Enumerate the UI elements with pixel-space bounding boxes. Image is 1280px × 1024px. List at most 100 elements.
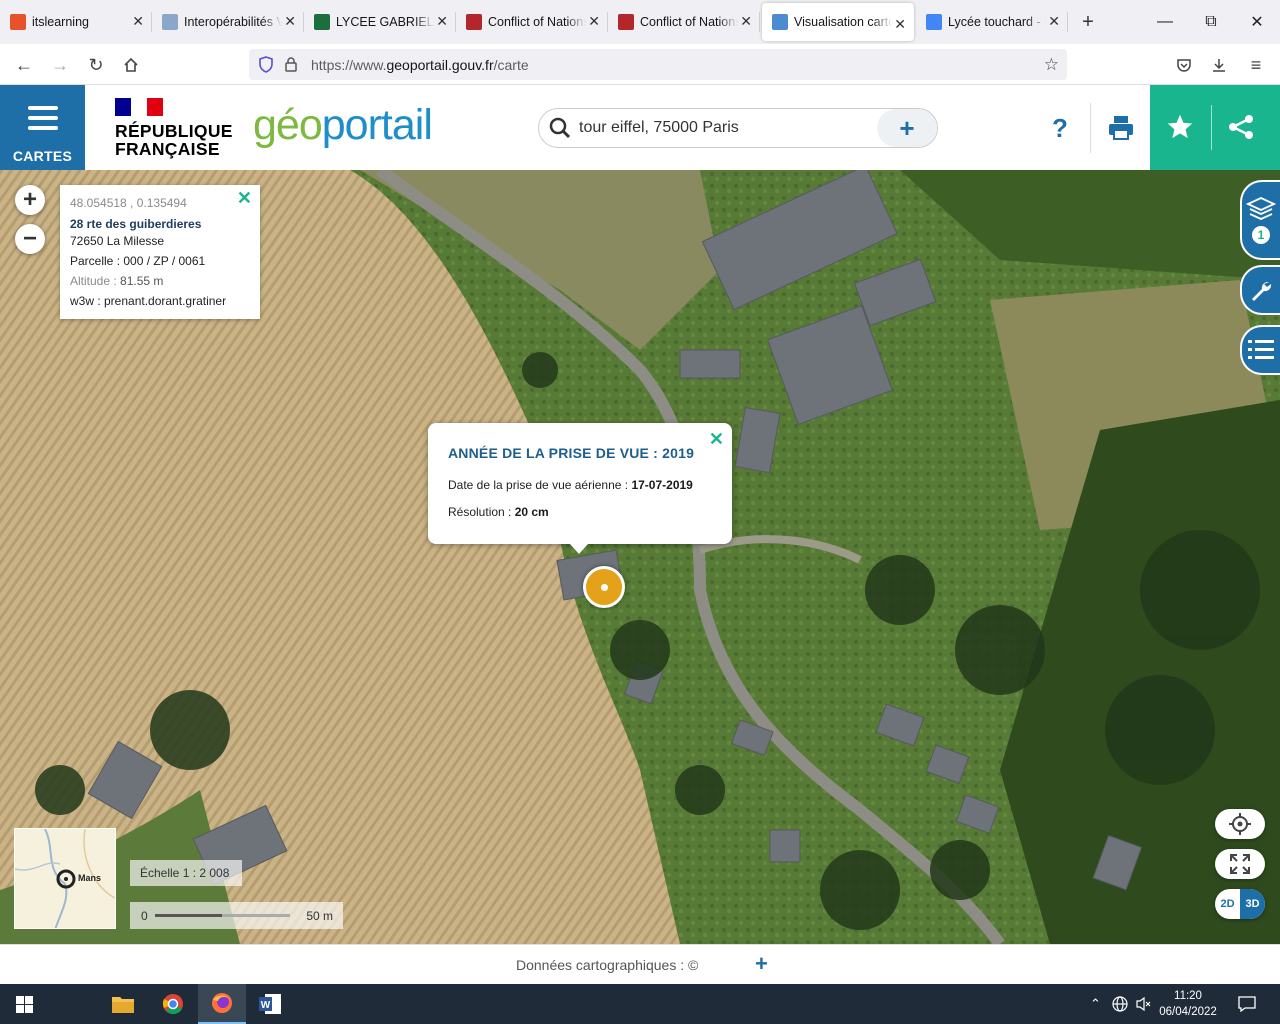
pocket-icon[interactable] bbox=[1171, 52, 1197, 78]
url-text[interactable]: https://www.geoportail.gouv.fr/carte bbox=[311, 57, 529, 73]
downloads-icon[interactable] bbox=[1206, 52, 1232, 78]
tab-close-icon[interactable]: ✕ bbox=[740, 13, 752, 30]
address-bar[interactable]: https://www.geoportail.gouv.fr/carte ☆ bbox=[249, 49, 1067, 80]
tab-title: Interopérabilités V bbox=[184, 15, 282, 29]
attribution-footer: Données cartographiques : © + bbox=[0, 944, 1280, 984]
close-window-icon[interactable]: ✕ bbox=[1234, 0, 1280, 44]
geoportail-icon bbox=[772, 14, 788, 30]
geolocate-button[interactable] bbox=[1215, 809, 1265, 839]
rf-line1: RÉPUBLIQUE bbox=[115, 121, 233, 141]
overview-minimap[interactable]: Mans bbox=[14, 828, 116, 929]
clock-time: 11:20 bbox=[1174, 990, 1202, 1002]
speaker-muted-icon[interactable] bbox=[1136, 996, 1152, 1015]
zoom-in-button[interactable]: + bbox=[15, 185, 45, 215]
altitude-text: Altitude : 81.55 m bbox=[70, 274, 164, 288]
maximize-icon[interactable]: ⧉ bbox=[1188, 0, 1234, 44]
forward-icon[interactable]: → bbox=[47, 52, 73, 78]
system-clock[interactable]: 11:20 06/04/2022 bbox=[1158, 988, 1218, 1020]
tab-close-icon[interactable]: ✕ bbox=[1048, 13, 1060, 30]
file-explorer-icon[interactable] bbox=[99, 984, 147, 1024]
photo-year-popup: ✕ ANNÉE DE LA PRISE DE VUE : 2019 Date d… bbox=[428, 423, 732, 554]
expand-icon bbox=[1230, 854, 1250, 874]
rf-line2: FRANÇAISE bbox=[115, 139, 220, 159]
browser-tab[interactable]: Interopérabilités V ✕ bbox=[152, 0, 304, 44]
coordinates-text: 48.054518 , 0.135494 bbox=[70, 196, 187, 210]
clock-date: 06/04/2022 bbox=[1159, 1006, 1217, 1018]
windows-taskbar: W ⌃ 11:20 06/04/2022 bbox=[0, 984, 1280, 1024]
site-header: CARTES RÉPUBLIQUE FRANÇAISE géoportail t… bbox=[0, 85, 1280, 170]
cartes-menu-button[interactable]: CARTES bbox=[0, 85, 85, 170]
word-icon[interactable]: W bbox=[246, 984, 294, 1024]
firefox-icon[interactable] bbox=[198, 984, 246, 1024]
conflict-icon bbox=[618, 14, 634, 30]
view-mode-toggle[interactable]: 2D 3D bbox=[1215, 889, 1265, 919]
print-icon[interactable] bbox=[1107, 113, 1135, 144]
browser-tab[interactable]: Conflict of Nations ✕ bbox=[456, 0, 608, 44]
marianne-flag-icon bbox=[115, 98, 163, 116]
window-controls: — ⧉ ✕ bbox=[1142, 0, 1280, 44]
fullscreen-button[interactable] bbox=[1215, 849, 1265, 879]
new-tab-button[interactable]: + bbox=[1068, 0, 1108, 44]
scale-bar: 0 50 m bbox=[130, 902, 343, 929]
windows-start-icon[interactable] bbox=[0, 984, 48, 1024]
address-city: 72650 La Milesse bbox=[70, 234, 165, 248]
reload-icon[interactable]: ↻ bbox=[83, 52, 109, 78]
network-globe-icon[interactable] bbox=[1112, 996, 1128, 1015]
cartes-label: CARTES bbox=[12, 148, 73, 164]
zoom-out-button[interactable]: − bbox=[15, 224, 45, 254]
help-button[interactable]: ? bbox=[1045, 113, 1075, 144]
search-advanced-plus-button[interactable]: + bbox=[877, 109, 937, 147]
minimap-city-label: Mans bbox=[78, 873, 102, 883]
share-icon[interactable] bbox=[1227, 114, 1255, 143]
browser-tab[interactable]: Visualisation carto ✕ bbox=[762, 3, 914, 41]
layers-count-badge: 1 bbox=[1252, 226, 1270, 244]
browser-tab[interactable]: itslearning ✕ bbox=[0, 0, 152, 44]
tools-tab[interactable] bbox=[1240, 265, 1280, 315]
chrome-icon[interactable] bbox=[149, 984, 197, 1024]
tab-close-icon[interactable]: ✕ bbox=[132, 13, 144, 30]
parcel-text: Parcelle : 000 / ZP / 0061 bbox=[70, 254, 206, 268]
hamburger-icon bbox=[27, 100, 58, 136]
tab-close-icon[interactable]: ✕ bbox=[894, 16, 906, 33]
lock-icon[interactable] bbox=[285, 57, 297, 75]
browser-tab[interactable]: Conflict of Nations ✕ bbox=[608, 0, 760, 44]
close-icon[interactable]: ✕ bbox=[237, 188, 252, 208]
conflict-icon bbox=[466, 14, 482, 30]
tab-title: Conflict of Nations bbox=[640, 15, 738, 29]
search-icon[interactable] bbox=[549, 117, 571, 142]
browser-tab[interactable]: LYCEE GABRIEL TOUCHARD✕ bbox=[304, 0, 456, 44]
tab-close-icon[interactable]: ✕ bbox=[588, 13, 600, 30]
tray-chevron-icon[interactable]: ⌃ bbox=[1090, 996, 1101, 1012]
favorites-star-icon[interactable] bbox=[1166, 113, 1194, 144]
tab-close-icon[interactable]: ✕ bbox=[284, 13, 296, 30]
address-street: 28 rte des guiberdieres bbox=[70, 217, 202, 231]
attribution-expand-button[interactable]: + bbox=[755, 951, 768, 977]
layers-tab[interactable]: 1 bbox=[1240, 180, 1280, 260]
tab-title: itslearning bbox=[32, 15, 89, 29]
legend-tab[interactable] bbox=[1240, 325, 1280, 375]
crosshair-icon bbox=[1229, 813, 1251, 835]
shield-icon[interactable] bbox=[258, 56, 274, 76]
app-menu-icon[interactable]: ≡ bbox=[1243, 52, 1269, 78]
bookmark-star-icon[interactable]: ☆ bbox=[1044, 55, 1059, 75]
search-bar[interactable]: tour eiffel, 75000 Paris + bbox=[538, 108, 938, 148]
mode-2d-button[interactable]: 2D bbox=[1215, 889, 1240, 919]
minimize-icon[interactable]: — bbox=[1142, 0, 1188, 44]
home-icon[interactable] bbox=[118, 52, 144, 78]
map-view[interactable]: + − ✕ 48.054518 , 0.135494 28 rte des gu… bbox=[0, 170, 1280, 944]
back-icon[interactable]: ← bbox=[11, 52, 37, 78]
tab-close-icon[interactable]: ✕ bbox=[436, 13, 448, 30]
notifications-icon[interactable] bbox=[1238, 996, 1256, 1015]
browser-tab[interactable]: Lycée touchard - R ✕ bbox=[916, 0, 1068, 44]
layers-icon bbox=[1246, 197, 1276, 220]
browser-tab-bar: itslearning ✕ Interopérabilités V ✕ LYCEE GA… bbox=[0, 0, 1280, 44]
location-info-panel: ✕ 48.054518 , 0.135494 28 rte des guiber… bbox=[60, 185, 260, 319]
geoportail-logo[interactable]: géoportail bbox=[253, 101, 433, 150]
tab-title: LYCEE GABRIEL TOUCHARD bbox=[336, 15, 434, 29]
header-divider bbox=[1090, 103, 1091, 153]
location-marker-icon[interactable] bbox=[583, 566, 625, 608]
popup-close-icon[interactable]: ✕ bbox=[709, 429, 724, 450]
google-icon bbox=[926, 14, 942, 30]
search-input[interactable]: tour eiffel, 75000 Paris bbox=[579, 119, 739, 137]
republique-francaise-logo[interactable]: RÉPUBLIQUE FRANÇAISE bbox=[115, 98, 233, 158]
